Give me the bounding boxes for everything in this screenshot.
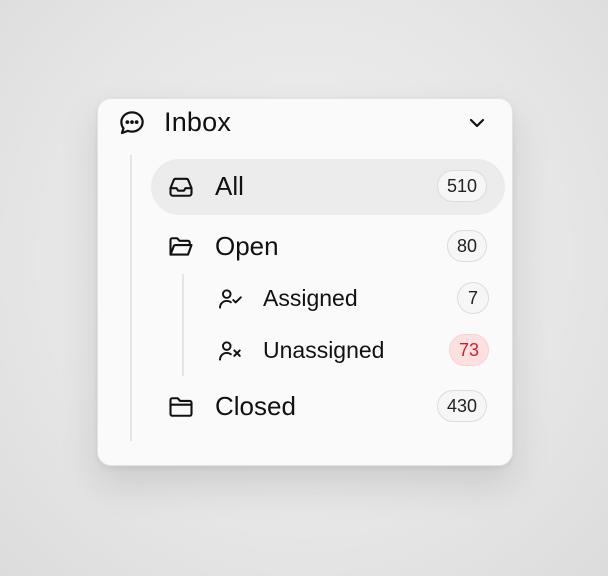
chevron-down-icon[interactable] — [465, 111, 489, 135]
inbox-title: Inbox — [164, 107, 232, 137]
chat-bubble-icon — [120, 111, 144, 135]
inbox-panel: Inbox All 510 Open 80 Assigned 7 Unassig… — [97, 98, 513, 466]
user-x-icon — [219, 341, 241, 361]
count-badge: 7 — [457, 282, 489, 314]
nav-item-assigned[interactable]: Assigned 7 — [151, 271, 505, 327]
nav-item-open[interactable]: Open 80 — [151, 219, 505, 275]
user-check-icon — [219, 289, 242, 309]
alert-count-badge: 73 — [448, 334, 489, 366]
inbox-header[interactable]: Inbox — [98, 99, 512, 149]
tree-guide-line — [130, 155, 132, 441]
folder-icon — [169, 397, 193, 417]
nav-item-all[interactable]: All 510 — [151, 159, 505, 215]
inbox-tray-icon — [169, 177, 193, 197]
nav-item-unassigned[interactable]: Unassigned 73 — [151, 323, 505, 379]
count-badge: 430 — [436, 390, 487, 422]
nav-item-label: Unassigned — [263, 337, 385, 363]
nav-item-label: Assigned — [263, 285, 358, 311]
nav-item-label: Open — [215, 231, 279, 261]
count-badge: 510 — [436, 170, 487, 202]
folder-open-icon — [169, 237, 193, 256]
nav-item-closed[interactable]: Closed 430 — [151, 379, 505, 435]
nav-item-label: Closed — [215, 391, 296, 421]
nav-item-label: All — [215, 171, 244, 201]
count-badge: 80 — [446, 230, 487, 262]
